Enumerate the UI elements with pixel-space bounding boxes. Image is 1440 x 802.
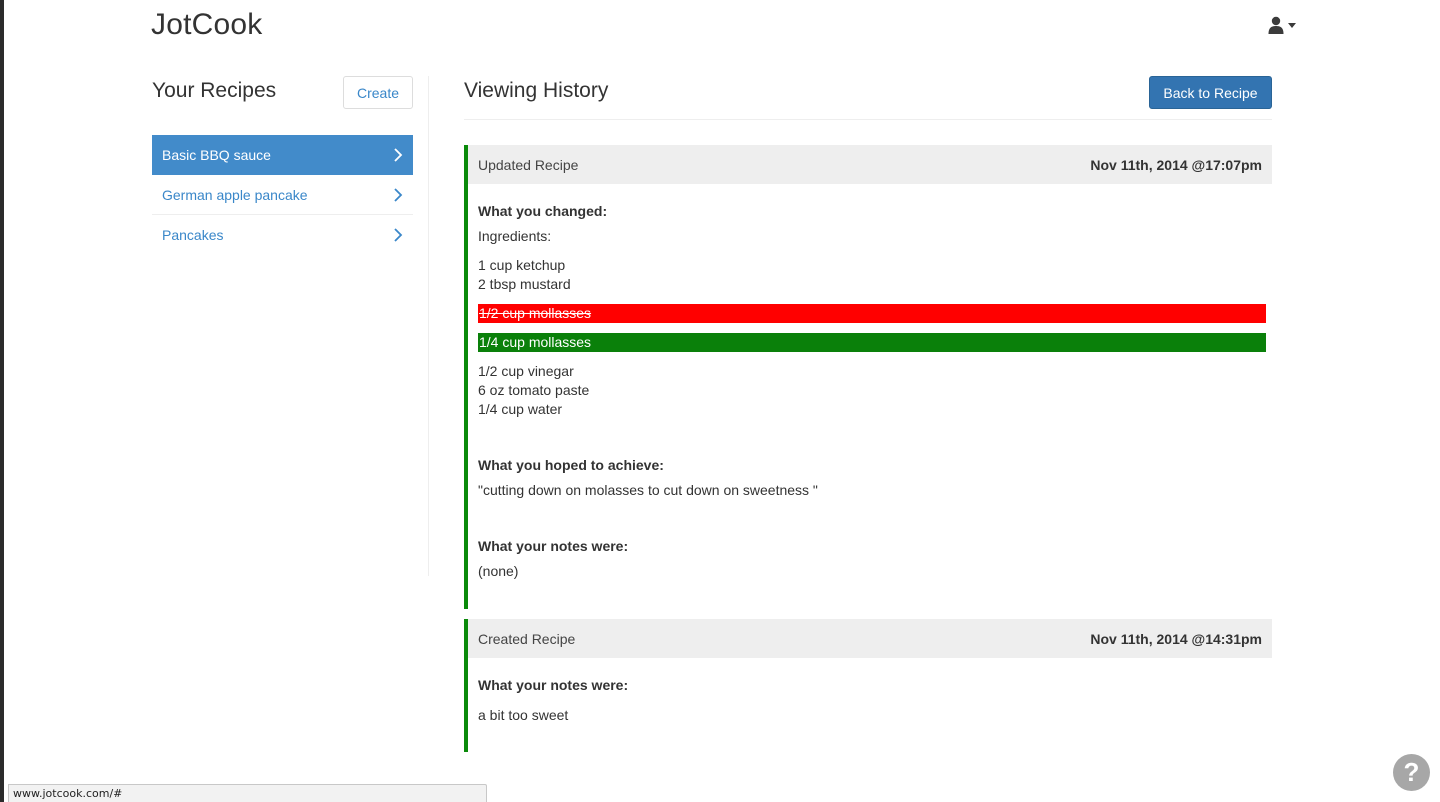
recipe-item-pancakes[interactable]: Pancakes <box>152 215 413 255</box>
user-menu[interactable] <box>1268 16 1296 34</box>
ingredient-line: 1/4 cup water <box>478 401 563 417</box>
history-panel: Viewing History Back to Recipe Updated R… <box>464 76 1272 752</box>
history-entry-body: What you changed: Ingredients: 1 cup ket… <box>468 203 1272 581</box>
back-to-recipe-button[interactable]: Back to Recipe <box>1149 76 1272 109</box>
ingredient-line: 1 cup ketchup <box>478 257 566 273</box>
recipe-item-label: Pancakes <box>162 227 224 243</box>
notes-label: What your notes were: <box>478 538 629 554</box>
question-mark-icon: ? <box>1403 757 1420 787</box>
create-recipe-button[interactable]: Create <box>343 76 413 109</box>
sidebar: Your Recipes Create Basic BBQ sauce Germ… <box>152 76 413 255</box>
entry-kind: Updated Recipe <box>478 156 579 173</box>
help-button[interactable]: ? <box>1393 754 1430 791</box>
section-label: Ingredients: <box>478 228 552 244</box>
notes-text: a bit too sweet <box>478 707 569 723</box>
ingredient-line: 1/2 cup vinegar <box>478 363 574 379</box>
entry-kind: Created Recipe <box>478 630 576 647</box>
ingredients-unchanged-before: 1 cup ketchup 2 tbsp mustard <box>478 256 1266 294</box>
page-title: Viewing History <box>464 79 609 102</box>
history-entry-created: Created Recipe Nov 11th, 2014 @14:31pm W… <box>464 619 1272 752</box>
history-entry-header: Created Recipe Nov 11th, 2014 @14:31pm <box>468 619 1272 658</box>
user-icon <box>1268 16 1284 34</box>
changed-label: What you changed: <box>478 203 608 219</box>
entry-timestamp: Nov 11th, 2014 @14:31pm <box>1090 630 1262 647</box>
recipe-item-label: Basic BBQ sauce <box>162 147 271 163</box>
sidebar-header: Your Recipes Create <box>152 76 413 109</box>
chevron-right-icon <box>394 228 403 242</box>
hoped-text: "cutting down on molasses to cut down on… <box>478 482 818 498</box>
recipe-item-label: German apple pancake <box>162 186 308 203</box>
ingredient-line: 2 tbsp mustard <box>478 276 571 292</box>
hoped-label: What you hoped to achieve: <box>478 457 664 473</box>
ingredients-unchanged-after: 1/2 cup vinegar 6 oz tomato paste 1/4 cu… <box>478 362 1266 419</box>
ingredient-line: 6 oz tomato paste <box>478 382 590 398</box>
caret-down-icon <box>1288 22 1296 28</box>
entry-timestamp: Nov 11th, 2014 @17:07pm <box>1090 156 1262 173</box>
column-divider <box>428 76 429 576</box>
browser-status-url: www.jotcook.com/# <box>8 784 487 802</box>
history-header: Viewing History Back to Recipe <box>464 76 1272 120</box>
recipe-item-german-apple-pancake[interactable]: German apple pancake <box>152 175 413 215</box>
chevron-right-icon <box>394 148 403 162</box>
diff-removed-line: 1/2 cup mollasses <box>478 304 1266 323</box>
history-entry-header: Updated Recipe Nov 11th, 2014 @17:07pm <box>468 145 1272 184</box>
history-entry-body: What your notes were: a bit too sweet <box>468 677 1272 725</box>
brand-logo[interactable]: JotCook <box>151 8 262 42</box>
diff-added-line: 1/4 cup mollasses <box>478 333 1266 352</box>
chevron-right-icon <box>394 187 403 202</box>
history-entry-updated: Updated Recipe Nov 11th, 2014 @17:07pm W… <box>464 145 1272 609</box>
notes-label: What your notes were: <box>478 677 629 693</box>
recipe-list: Basic BBQ sauce German apple pancake Pan… <box>152 135 413 255</box>
recipe-item-basic-bbq-sauce[interactable]: Basic BBQ sauce <box>152 135 413 175</box>
notes-text: (none) <box>478 563 519 579</box>
sidebar-title: Your Recipes <box>152 79 277 102</box>
